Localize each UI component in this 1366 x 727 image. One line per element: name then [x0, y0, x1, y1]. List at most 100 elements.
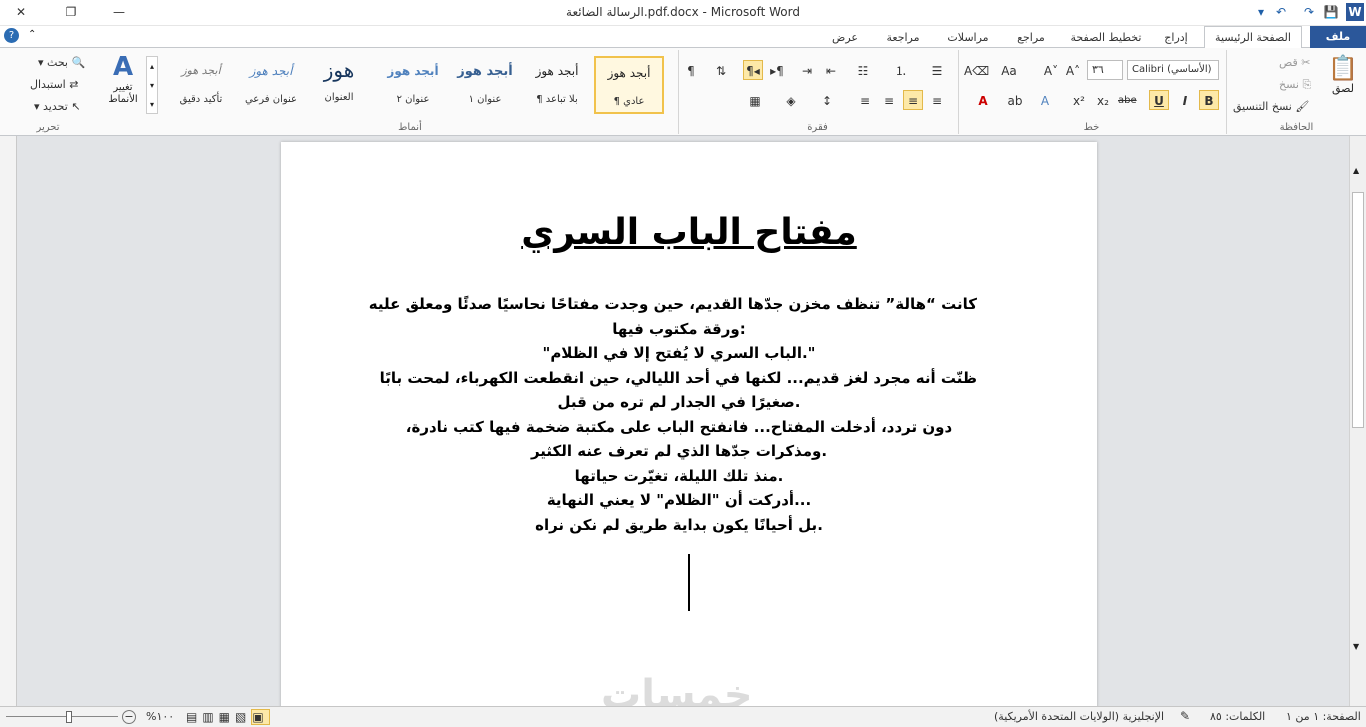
style-sample: أبجد هوز — [249, 64, 293, 78]
editing-group: ▾ بحث 🔍 استبدال ⇄ ▾ تحديد ↖ تحرير — [0, 50, 96, 134]
document-page[interactable]: مفتاح الباب السري كانت “هالة” تنظف مخزن … — [281, 142, 1097, 718]
replace-button[interactable]: استبدال ⇄ — [30, 76, 78, 94]
grow-font-icon[interactable]: A˄ — [1063, 60, 1083, 80]
collapse-ribbon-icon[interactable]: ⌃ — [28, 29, 36, 40]
undo-button[interactable]: ↶ — [1272, 3, 1290, 21]
paste-button[interactable]: 📋 لصق — [1325, 54, 1361, 114]
change-case-icon[interactable]: Aa — [999, 60, 1019, 80]
align-right-icon[interactable]: ≡ — [927, 90, 947, 110]
select-button[interactable]: ▾ تحديد ↖ — [34, 98, 81, 116]
style-intense-emphasis[interactable]: أبجد هوز تأكيد دقيق — [166, 56, 236, 114]
tab-view[interactable]: عرض — [822, 29, 868, 48]
print-layout-icon[interactable]: ▣ — [251, 709, 270, 725]
clipboard-group-label: الحافظة — [1279, 122, 1314, 133]
page-indicator[interactable]: الصفحة: ١ من ١ — [1286, 710, 1361, 723]
tab-insert[interactable]: إدراج — [1156, 29, 1196, 48]
font-group-label: خط — [1083, 122, 1100, 133]
format-painter-button[interactable]: نسخ التنسيق 🖌 — [1233, 98, 1309, 116]
show-marks-icon[interactable]: ¶ — [681, 60, 701, 80]
scissors-icon: ✂ — [1301, 56, 1311, 69]
proofing-icon[interactable]: ✎ — [1180, 709, 1190, 723]
justify-icon[interactable]: ≡ — [855, 90, 875, 110]
align-left-icon[interactable]: ≡ — [879, 90, 899, 110]
increase-indent-icon[interactable]: ⇥ — [797, 60, 817, 80]
document-line: .ومذكرات جدّها الذي لم تعرف عنه الكثير — [530, 442, 828, 460]
tab-page-layout[interactable]: تخطيط الصفحة — [1064, 29, 1148, 48]
font-color-icon[interactable]: A — [973, 90, 993, 110]
editing-group-label: تحرير — [36, 122, 60, 133]
tab-home[interactable]: الصفحة الرئيسية — [1204, 26, 1302, 49]
align-center-icon[interactable]: ≡ — [903, 90, 923, 110]
font-group: A⌫ Aa A˅ A˄ ٣٦ Calibri (الأساسي) A ab A … — [958, 50, 1224, 134]
qat-customize-button[interactable]: ▾ — [1252, 3, 1270, 21]
scroll-up-icon[interactable]: ▲ — [1353, 166, 1359, 175]
document-canvas: مفتاح الباب السري كانت “هالة” تنظف مخزن … — [17, 136, 1366, 718]
style-subtitle[interactable]: أبجد هوز عنوان فرعي — [236, 56, 306, 114]
font-size-select[interactable]: ٣٦ — [1087, 60, 1123, 80]
style-name: تأكيد دقيق — [179, 94, 223, 105]
style-sample: أبجد هوز — [387, 64, 439, 78]
paragraph-group-label: فقرة — [807, 122, 828, 133]
redo-button[interactable]: ↷ — [1300, 3, 1318, 21]
ltr-direction-icon[interactable]: ▸¶ — [767, 60, 787, 80]
tab-review[interactable]: مراجعة — [876, 29, 930, 48]
vertical-scrollbar[interactable]: ▲ ▼ — [1349, 136, 1366, 706]
decrease-indent-icon[interactable]: ⇤ — [821, 60, 841, 80]
scroll-down-icon[interactable]: ▼ — [1353, 642, 1359, 651]
language-indicator[interactable]: الإنجليزية (الولايات المتحدة الأمريكية) — [994, 710, 1164, 723]
clear-formatting-icon[interactable]: A⌫ — [963, 60, 989, 80]
tab-references[interactable]: مراجع — [1006, 29, 1056, 48]
bullet-list-icon[interactable]: ☰ — [927, 60, 947, 80]
cut-button[interactable]: قص ✂ — [1279, 54, 1310, 72]
multilevel-list-icon[interactable]: ☷ — [853, 60, 873, 80]
vertical-ruler — [0, 136, 17, 706]
paragraph-group: ¶ ⇅ ¶◂ ▸¶ ⇥ ⇤ ☷ ⒈ ☰ ▦ ◈ ↕ ≡ ≡ ≡ ≡ فقرة — [678, 50, 956, 134]
tab-mailings[interactable]: مراسلات — [938, 29, 998, 48]
style-heading-2[interactable]: أبجد هوز عنوان ٢ — [378, 56, 448, 114]
style-heading-1[interactable]: أبجد هوز عنوان ١ — [450, 56, 520, 114]
change-styles-button[interactable]: A تغيير الأنماط — [100, 52, 146, 116]
rtl-direction-icon[interactable]: ¶◂ — [743, 60, 763, 80]
shrink-font-icon[interactable]: A˅ — [1041, 60, 1061, 80]
zoom-level[interactable]: ١٠٠% — [146, 710, 174, 723]
underline-button[interactable]: U — [1149, 90, 1169, 110]
text-effects-icon[interactable]: A — [1035, 90, 1055, 110]
style-normal[interactable]: أبجد هوز ¶ عادي — [594, 56, 664, 114]
highlight-icon[interactable]: ab — [1005, 90, 1025, 110]
find-button[interactable]: ▾ بحث 🔍 — [38, 54, 85, 72]
styles-scroll-buttons[interactable]: ▴ ▾ ▾ — [146, 56, 158, 114]
style-no-spacing[interactable]: أبجد هوز ¶ بلا تباعد — [522, 56, 592, 114]
font-name-select[interactable]: Calibri (الأساسي) — [1127, 60, 1219, 80]
zoom-thumb[interactable] — [66, 711, 72, 723]
superscript-button[interactable]: x² — [1069, 90, 1089, 110]
tab-file[interactable]: ملف — [1310, 26, 1366, 48]
style-name: عنوان ١ — [468, 94, 502, 105]
view-buttons[interactable]: ▤▥▦▧▣ — [186, 709, 270, 725]
bold-button[interactable]: B — [1199, 90, 1219, 110]
style-sample: أبجد هوز — [535, 64, 579, 78]
italic-button[interactable]: I — [1175, 90, 1195, 110]
shading-icon[interactable]: ◈ — [781, 90, 801, 110]
zoom-slider[interactable] — [6, 711, 118, 723]
style-title[interactable]: هوز العنوان — [304, 56, 374, 114]
numbered-list-icon[interactable]: ⒈ — [891, 60, 911, 80]
line-spacing-icon[interactable]: ↕ — [817, 90, 837, 110]
word-count[interactable]: الكلمات: ٨٥ — [1210, 710, 1265, 723]
clipboard-group: قص ✂ نسخ ⎘ نسخ التنسيق 🖌 📋 لصق الحافظة — [1226, 50, 1366, 134]
borders-icon[interactable]: ▦ — [745, 90, 765, 110]
style-name: ¶ عادي — [613, 96, 645, 107]
help-icon[interactable]: ? — [4, 28, 19, 43]
save-button[interactable]: 💾 — [1322, 3, 1340, 21]
scroll-thumb[interactable] — [1352, 192, 1364, 428]
title-bar: ✕ ❐ — الرسالة الضائعة.pdf.docx - Microso… — [0, 0, 1366, 26]
zoom-out-icon[interactable]: − — [122, 710, 136, 724]
sort-icon[interactable]: ⇅ — [711, 60, 731, 80]
document-line: دون تردد، أدخلت المفتاح... فانفتح الباب … — [405, 417, 953, 436]
status-bar: − ١٠٠% ▤▥▦▧▣ الإنجليزية (الولايات المتحد… — [0, 706, 1366, 727]
strikethrough-button[interactable]: abe — [1117, 90, 1137, 110]
style-name: العنوان — [324, 92, 354, 103]
copy-button[interactable]: نسخ ⎘ — [1279, 76, 1311, 94]
document-line: كانت “هالة” تنظف مخزن جدّها القديم، حين … — [368, 295, 977, 313]
clipboard-icon: 📋 — [1328, 54, 1358, 82]
subscript-button[interactable]: x₂ — [1093, 90, 1113, 110]
